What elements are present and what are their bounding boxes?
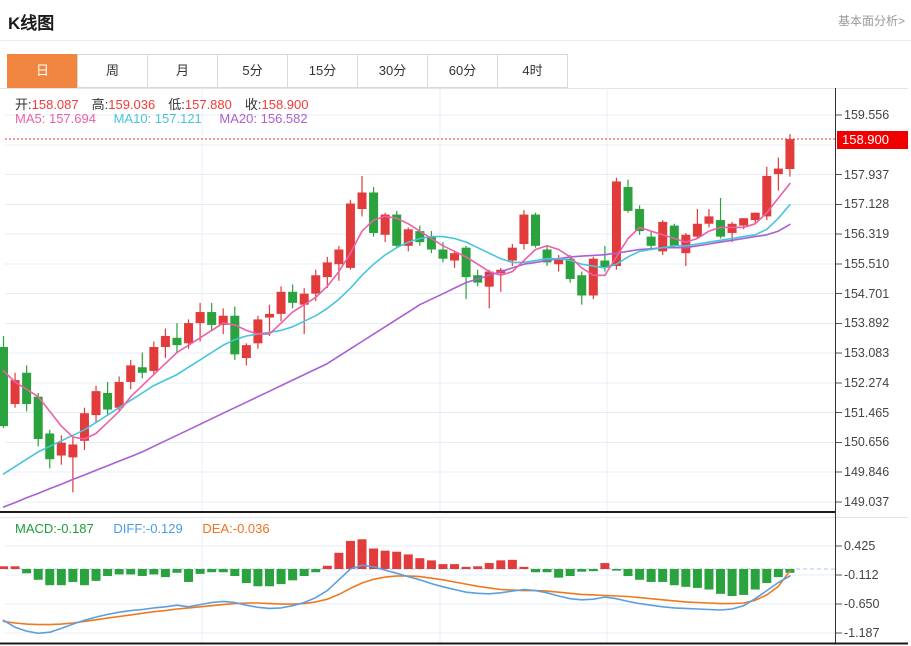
tab-month[interactable]: 月 xyxy=(147,54,218,88)
price-axis-label: 149.037 xyxy=(844,495,890,509)
close-value: 158.900 xyxy=(261,97,309,112)
high-label: 高: xyxy=(91,97,109,112)
price-axis-label: 153.083 xyxy=(844,346,890,361)
price-axis-label: 154.701 xyxy=(844,286,890,301)
macd-value-legend: MACD:-0.187 xyxy=(15,521,94,536)
high-value: 159.036 xyxy=(108,97,156,112)
open-value: 158.087 xyxy=(31,97,79,112)
low-label: 低: xyxy=(168,97,185,112)
tab-week[interactable]: 周 xyxy=(77,54,148,88)
diff-value-legend: DIFF:-0.129 xyxy=(113,521,183,536)
fundamental-analysis-link[interactable]: 基本面分析> xyxy=(838,12,905,29)
low-value: 157.880 xyxy=(184,97,232,112)
price-axis-label: 149.846 xyxy=(844,465,890,480)
price-axis-label: 151.465 xyxy=(844,405,890,420)
tab-15min[interactable]: 15分 xyxy=(287,54,358,88)
close-label: 收: xyxy=(244,97,262,112)
macd-legend: MACD:-0.187 DIFF:-0.129 DEA:-0.036 xyxy=(15,521,270,536)
tab-60min[interactable]: 60分 xyxy=(427,54,498,88)
kline-widget: K线图 基本面分析> 日 周 月 5分 15分 30分 60分 4时 开:158… xyxy=(0,0,911,646)
macd-axis-label: -0.112 xyxy=(844,568,879,583)
macd-axis-label: -1.187 xyxy=(844,626,880,641)
dea-value-legend: DEA:-0.036 xyxy=(202,521,270,536)
open-label: 开: xyxy=(15,97,32,112)
ma20-legend: MA20: 156.582 xyxy=(219,111,308,126)
tab-30min[interactable]: 30分 xyxy=(357,54,428,88)
macd-axis-label: 0.425 xyxy=(844,539,876,554)
last-price-badge: 158.900 xyxy=(837,131,908,149)
tab-5min[interactable]: 5分 xyxy=(217,54,288,88)
price-axis-label: 157.937 xyxy=(844,167,890,182)
price-axis-label: 156.319 xyxy=(844,227,890,242)
tab-4hour[interactable]: 4时 xyxy=(497,54,568,88)
macd-axis-label: -0.650 xyxy=(844,597,880,612)
ma10-legend: MA10: 157.121 xyxy=(113,111,202,126)
ma-legend: MA5: 157.694 MA10: 157.121 MA20: 156.582 xyxy=(15,111,308,126)
price-axis-label: 153.892 xyxy=(844,316,890,331)
price-axis-label: 155.510 xyxy=(844,256,890,271)
tab-day[interactable]: 日 xyxy=(7,54,78,88)
period-tabbar: 日 周 月 5分 15分 30分 60分 4时 xyxy=(7,54,568,88)
page-title: K线图 xyxy=(8,14,55,33)
price-axis-label: 150.656 xyxy=(844,435,890,450)
price-axis-label: 152.274 xyxy=(844,375,890,390)
price-axis-label: 159.556 xyxy=(844,108,890,122)
price-axis-label: 157.128 xyxy=(844,197,890,212)
ma5-legend: MA5: 157.694 xyxy=(15,111,96,126)
